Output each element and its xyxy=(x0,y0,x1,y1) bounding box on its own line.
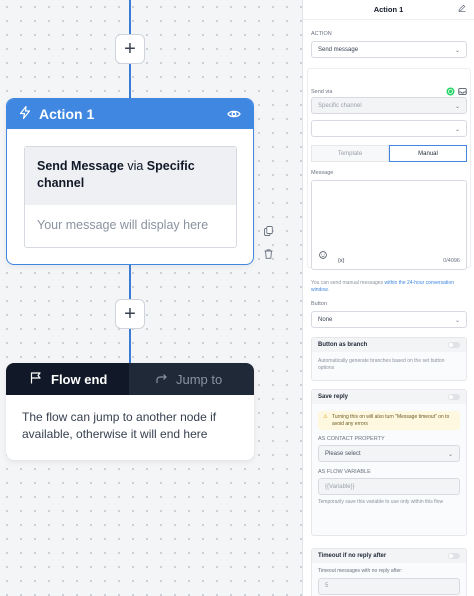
manual-note-text: You can send manual messages xyxy=(311,280,385,286)
panel-title: Action 1 xyxy=(373,5,404,14)
char-count: 0/4096 xyxy=(443,258,460,264)
button-label: Button xyxy=(311,301,327,307)
timeout-section: Timeout if no reply after Timeout messag… xyxy=(311,548,467,596)
action-select-value: Send message xyxy=(318,46,359,53)
button-branch-section: Button as branch Automatically generate … xyxy=(311,337,467,381)
save-reply-header: Save reply xyxy=(312,390,466,404)
eye-icon[interactable] xyxy=(227,106,241,122)
timeout-header: Timeout if no reply after xyxy=(312,549,466,563)
button-branch-title: Button as branch xyxy=(318,342,368,348)
manual-note: You can send manual messages within the … xyxy=(311,280,467,293)
action-node-header: Action 1 xyxy=(7,99,253,129)
button-select-value: None xyxy=(318,316,333,323)
variable-button[interactable]: {x} xyxy=(338,258,344,264)
channel-select[interactable]: Specific channel ⌄ xyxy=(311,97,467,114)
flow-end-card[interactable]: Flow end Jump to The flow can jump to an… xyxy=(6,363,254,460)
contact-property-value: Please select xyxy=(325,450,361,457)
tab-jump-to[interactable]: Jump to xyxy=(129,363,254,395)
add-node-button[interactable]: + xyxy=(115,34,145,64)
send-via-label: Send via xyxy=(311,89,333,95)
timeout-value: 5 xyxy=(325,583,329,589)
tab-flow-end[interactable]: Flow end xyxy=(6,363,129,395)
plus-icon: + xyxy=(124,38,136,60)
lightning-icon xyxy=(19,105,31,122)
pencil-icon[interactable] xyxy=(458,4,466,14)
redo-arrow-icon xyxy=(155,372,168,387)
message-type-text: Send Message xyxy=(37,159,124,173)
timeout-input[interactable]: 5 xyxy=(318,577,460,595)
flow-end-description: The flow can jump to another node if ava… xyxy=(22,410,217,441)
plus-icon: + xyxy=(124,303,136,325)
flow-variable-label: AS FLOW VARIABLE xyxy=(318,469,371,475)
tab-manual[interactable]: Manual xyxy=(389,145,467,162)
button-branch-desc: Automatically generate branches based on… xyxy=(318,358,445,371)
action-label: ACTION xyxy=(311,31,332,37)
flag-icon xyxy=(30,371,43,387)
message-placeholder: Your message will display here xyxy=(37,218,209,232)
chevron-down-icon: ⌄ xyxy=(454,318,460,324)
trash-icon[interactable] xyxy=(260,246,276,262)
flow-end-header: Flow end Jump to xyxy=(6,363,254,395)
emoji-icon[interactable] xyxy=(319,246,327,264)
button-branch-header: Button as branch xyxy=(312,338,466,352)
flow-variable-placeholder: {{Variable}} xyxy=(325,483,355,490)
duplicate-icon[interactable] xyxy=(260,223,276,239)
channel-select-value: Specific channel xyxy=(318,102,362,109)
timeout-toggle[interactable] xyxy=(448,553,460,559)
save-reply-section: Save reply Turning this on will also tur… xyxy=(311,389,467,536)
chevron-down-icon: ⌄ xyxy=(447,452,453,458)
contact-property-select[interactable]: Please select ⌄ xyxy=(318,445,460,462)
flow-variable-input[interactable]: {{Variable}} xyxy=(318,478,460,495)
jump-to-label: Jump to xyxy=(176,371,223,387)
action-node-card[interactable]: Action 1 Send Message via Specific chann… xyxy=(6,98,254,265)
via-text: via xyxy=(123,159,147,173)
timeout-title: Timeout if no reply after xyxy=(318,553,387,559)
save-reply-title: Save reply xyxy=(318,394,349,400)
secondary-select[interactable]: ⌄ xyxy=(311,120,467,137)
settings-panel: Action 1 ACTION Send message ⌄ Send via … xyxy=(302,0,474,596)
contact-property-label: AS CONTACT PROPERTY xyxy=(318,436,385,442)
chevron-down-icon: ⌄ xyxy=(454,48,460,54)
save-reply-warning: Turning this on will also turn "Message … xyxy=(318,411,460,430)
save-reply-toggle[interactable] xyxy=(448,394,460,400)
flow-end-label: Flow end xyxy=(51,371,108,387)
message-preview: Send Message via Specific channel Your m… xyxy=(24,146,237,248)
message-preview-title: Send Message via Specific channel xyxy=(25,147,236,205)
action-select[interactable]: Send message ⌄ xyxy=(311,41,467,58)
message-label: Message xyxy=(311,170,334,176)
timeout-desc: Timeout messages with no reply after: xyxy=(318,568,403,574)
flow-canvas[interactable]: + Action 1 Send Message via Specific cha… xyxy=(0,0,302,596)
chevron-down-icon: ⌄ xyxy=(454,127,460,133)
flow-variable-desc: Temporarily save this variable to use on… xyxy=(318,499,444,505)
tab-template[interactable]: Template xyxy=(311,145,389,162)
chevron-down-icon: ⌄ xyxy=(454,104,460,110)
action-node-title: Action 1 xyxy=(39,106,95,122)
message-mode-tabs: Template Manual xyxy=(311,145,467,162)
button-select[interactable]: None ⌄ xyxy=(311,311,467,328)
add-node-button[interactable]: + xyxy=(115,299,145,329)
panel-header: Action 1 xyxy=(303,0,474,20)
message-textarea[interactable]: {x} 0/4096 xyxy=(311,180,467,270)
button-branch-toggle[interactable] xyxy=(448,342,460,348)
